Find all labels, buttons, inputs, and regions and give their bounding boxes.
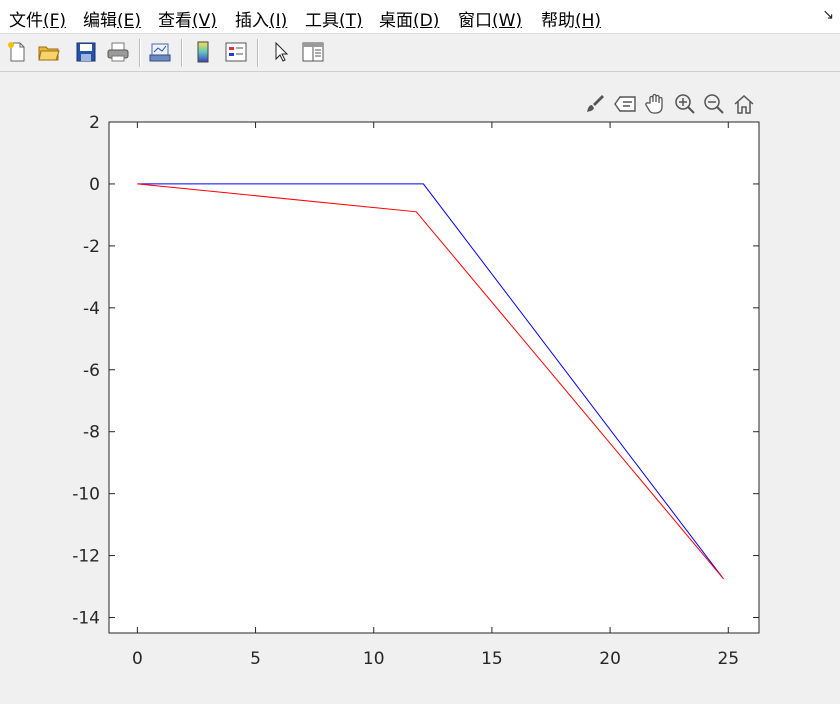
x-tick-label: 0 <box>132 649 143 669</box>
x-tick-label: 5 <box>250 649 261 669</box>
y-tick-label: -14 <box>72 609 100 629</box>
x-tick-label: 10 <box>363 649 385 669</box>
x-tick-label: 25 <box>717 649 739 669</box>
x-tick-label: 15 <box>481 649 503 669</box>
y-tick-label: -2 <box>83 237 100 257</box>
y-tick-label: 0 <box>89 175 100 195</box>
y-tick-label: -6 <box>83 361 100 381</box>
y-tick-label: -10 <box>72 485 100 505</box>
y-tick-label: -4 <box>83 299 100 319</box>
line-plot[interactable]: 0 5 10 15 20 2520-2-4-6-8-10-12-14 <box>0 0 840 704</box>
y-tick-label: -8 <box>83 423 100 443</box>
x-tick-label: 20 <box>599 649 621 669</box>
y-tick-label: -12 <box>72 547 100 567</box>
y-tick-label: 2 <box>89 113 100 133</box>
